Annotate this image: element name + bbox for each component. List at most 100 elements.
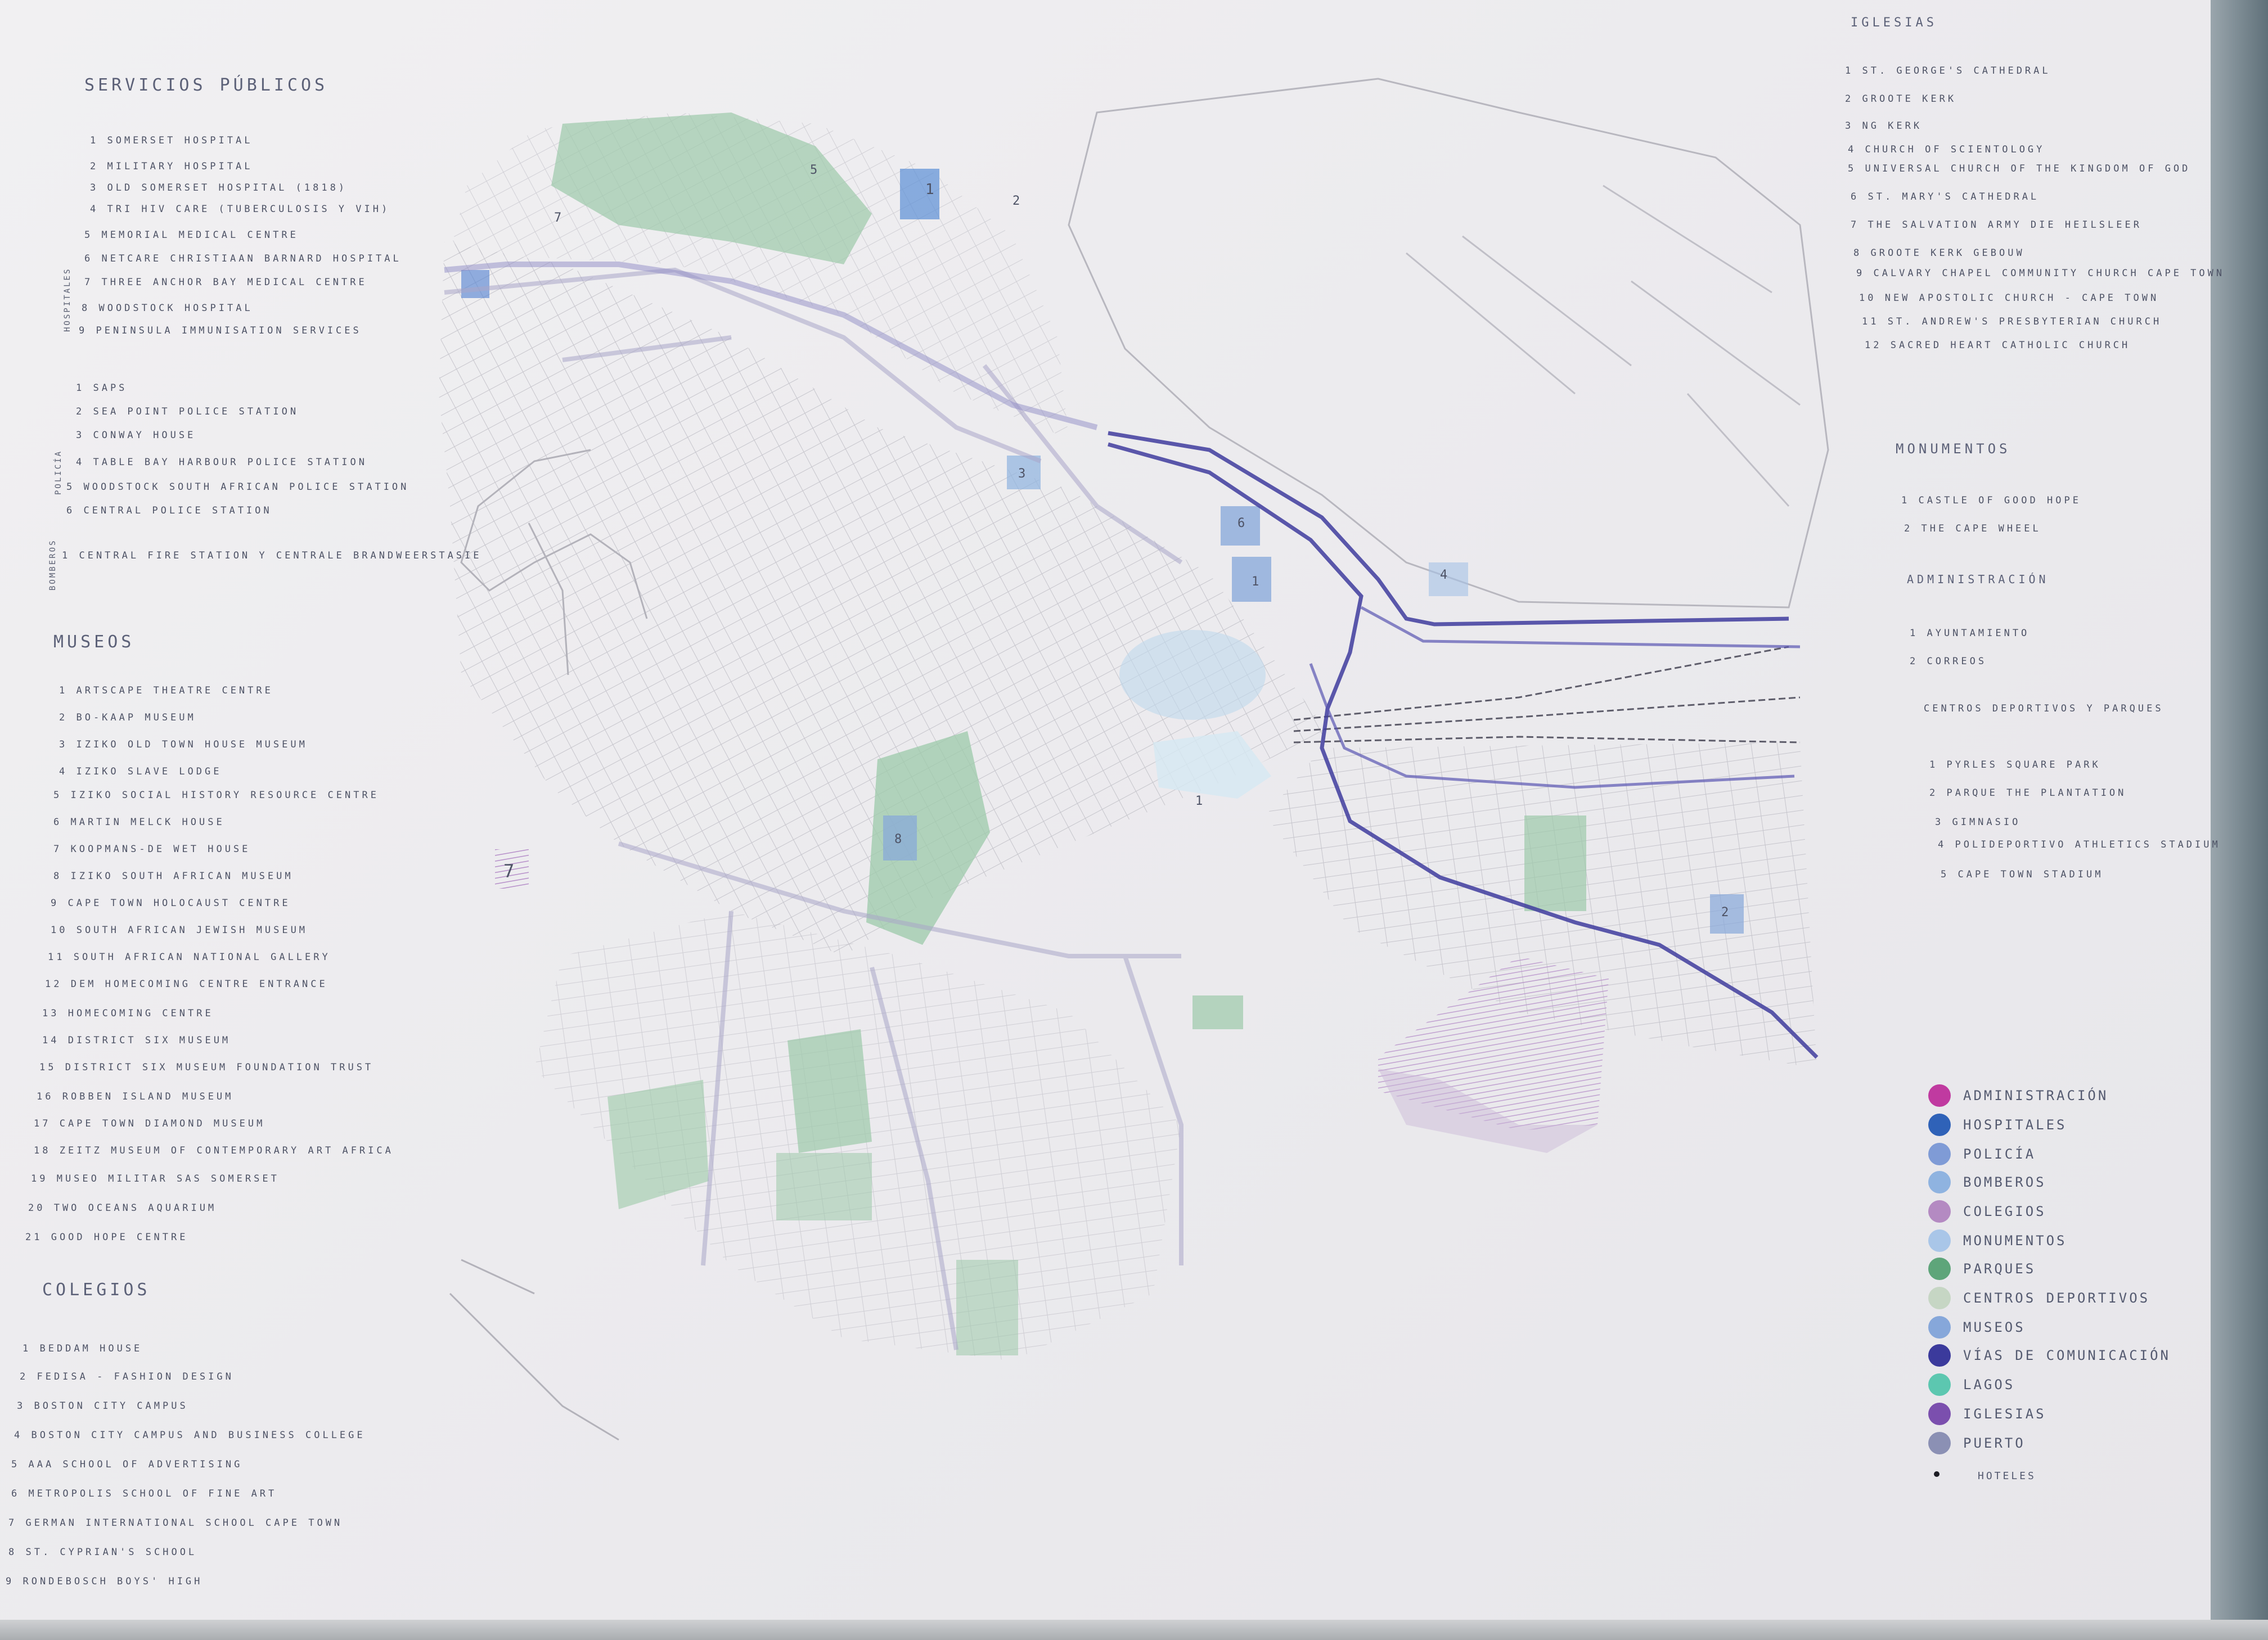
museo-item: 15 DISTRICT SIX MUSEUM FOUNDATION TRUST xyxy=(39,1062,374,1073)
hospital-item: 1 SOMERSET HOSPITAL xyxy=(90,135,253,146)
servicios-publicos-title: SERVICIOS PÚBLICOS xyxy=(84,75,328,95)
map-label-hospital-2: 2 xyxy=(1012,194,1023,208)
legend-label: HOTELES xyxy=(1978,1470,2036,1482)
museo-item: 16 ROBBEN ISLAND MUSEUM xyxy=(37,1091,234,1102)
museo-item: 9 CAPE TOWN HOLOCAUST CENTRE xyxy=(51,898,291,909)
legend-swatch-policia xyxy=(1928,1143,1951,1165)
hospital-item: 6 NETCARE CHRISTIAAN BARNARD HOSPITAL xyxy=(84,253,402,264)
park-south-3 xyxy=(776,1153,872,1220)
iglesia-item: 12 SACRED HEART CATHOLIC CHURCH xyxy=(1865,340,2131,351)
deporte-item: 1 PYRLES SQUARE PARK xyxy=(1929,759,2101,771)
legend-label: BOMBEROS xyxy=(1963,1174,2046,1190)
colegio-item: 4 BOSTON CITY CAMPUS AND BUSINESS COLLEG… xyxy=(14,1430,366,1441)
administracion-item: 2 CORREOS xyxy=(1910,656,1987,667)
legend-swatch-vias xyxy=(1928,1344,1951,1367)
legend-swatch-parques xyxy=(1928,1258,1951,1280)
museo-item: 5 IZIKO SOCIAL HISTORY RESOURCE CENTRE xyxy=(53,790,379,801)
iglesia-item: 4 CHURCH OF SCIENTOLOGY xyxy=(1848,144,2045,155)
legend-swatch-museos xyxy=(1928,1316,1951,1339)
map-label-museo-6: 6 xyxy=(1238,516,1248,530)
museo-item: 10 SOUTH AFRICAN JEWISH MUSEUM xyxy=(51,925,308,936)
iglesia-item: 3 NG KERK xyxy=(1845,120,1923,132)
iglesia-item: 8 GROOTE KERK GEBOUW xyxy=(1853,247,2025,259)
museo-item: 6 MARTIN MELCK HOUSE xyxy=(53,817,225,828)
colegio-item: 2 FEDISA - FASHION DESIGN xyxy=(20,1371,234,1382)
map-label-deporte-1: 1 xyxy=(1195,794,1206,808)
map-label-police-3: 3 xyxy=(1018,467,1029,481)
map-label-monumento-1: 1 xyxy=(1252,575,1262,589)
police-item: 5 WOODSTOCK SOUTH AFRICAN POLICE STATION xyxy=(66,481,410,493)
park-east xyxy=(1524,816,1586,911)
police-item: 3 CONWAY HOUSE xyxy=(76,430,196,441)
museo-item: 7 KOOPMANS-DE WET HOUSE xyxy=(53,844,251,855)
museos-title: MUSEOS xyxy=(53,632,135,652)
iglesia-item: 10 NEW APOSTOLIC CHURCH - CAPE TOWN xyxy=(1859,292,2159,304)
hospital-item: 2 MILITARY HOSPITAL xyxy=(90,161,253,172)
museo-item: 13 HOMECOMING CENTRE xyxy=(42,1008,214,1019)
iglesias-title: IGLESIAS xyxy=(1851,16,1937,30)
museo-item: 17 CAPE TOWN DIAMOND MUSEUM xyxy=(34,1118,266,1129)
legend-label: POLICÍA xyxy=(1963,1146,2036,1162)
board-frame-bottom xyxy=(0,1620,2268,1640)
legend-label: ADMINISTRACIÓN xyxy=(1963,1088,2109,1103)
police-item: 2 SEA POINT POLICE STATION xyxy=(76,406,299,417)
legend-swatch-centros-deportivos xyxy=(1928,1287,1951,1309)
legend-swatch-iglesias xyxy=(1928,1403,1951,1425)
legend-swatch-administracion xyxy=(1928,1084,1951,1107)
railway xyxy=(1293,646,1801,744)
legend-label: IGLESIAS xyxy=(1963,1406,2046,1422)
legend-label: MUSEOS xyxy=(1963,1319,2026,1335)
police-marker-1 xyxy=(461,270,489,298)
administracion-item: 1 AYUNTAMIENTO xyxy=(1910,628,2030,639)
deporte-item: 5 CAPE TOWN STADIUM xyxy=(1941,869,2104,880)
museo-item: 20 TWO OCEANS AQUARIUM xyxy=(28,1202,217,1214)
legend-label: PUERTO xyxy=(1963,1435,2026,1451)
museo-item: 1 ARTSCAPE THEATRE CENTRE xyxy=(59,685,273,696)
hospital-item: 8 WOODSTOCK HOSPITAL xyxy=(82,303,253,314)
iglesia-item: 5 UNIVERSAL CHURCH OF THE KINGDOM OF GOD xyxy=(1848,163,2191,174)
park-south-4 xyxy=(956,1260,1018,1355)
hospital-item: 4 TRI HIV CARE (TUBERCULOSIS Y VIH) xyxy=(90,204,390,215)
legend-label: CENTROS DEPORTIVOS xyxy=(1963,1290,2150,1306)
legend-label: MONUMENTOS xyxy=(1963,1233,2067,1249)
deporte-item: 2 PARQUE THE PLANTATION xyxy=(1929,787,2127,799)
monumento-item: 1 CASTLE OF GOOD HOPE xyxy=(1901,495,2081,506)
iglesia-item: 11 ST. ANDREW'S PRESBYTERIAN CHURCH xyxy=(1862,316,2162,327)
colegio-item: 5 AAA SCHOOL OF ADVERTISING xyxy=(11,1459,243,1470)
museo-item: 18 ZEITZ MUSEUM OF CONTEMPORARY ART AFRI… xyxy=(34,1145,394,1156)
museo-item: 3 IZIKO OLD TOWN HOUSE MUSEUM xyxy=(59,739,308,750)
legend-label: VÍAS DE COMUNICACIÓN xyxy=(1963,1348,2171,1363)
museo-item: 21 GOOD HOPE CENTRE xyxy=(25,1232,188,1243)
hospitales-side-label: HOSPITALES xyxy=(63,267,72,332)
hospital-item: 7 THREE ANCHOR BAY MEDICAL CENTRE xyxy=(84,277,367,288)
legend-swatch-lagos xyxy=(1928,1373,1951,1396)
policia-side-label: POLICÍA xyxy=(54,449,63,495)
legend-swatch-hospitales xyxy=(1928,1114,1951,1136)
police-item: 4 TABLE BAY HARBOUR POLICE STATION xyxy=(76,457,367,468)
pier-lines xyxy=(1406,184,1801,507)
legend-label: PARQUES xyxy=(1963,1261,2036,1277)
deporte-item: 3 GIMNASIO xyxy=(1935,817,2021,828)
legend-swatch-puerto xyxy=(1928,1432,1951,1454)
colegio-item: 9 RONDEBOSCH BOYS' HIGH xyxy=(6,1576,203,1587)
colegio-item: 3 BOSTON CITY CAMPUS xyxy=(17,1400,188,1412)
map-label-parque-5: 5 xyxy=(810,163,821,177)
museo-item: 11 SOUTH AFRICAN NATIONAL GALLERY xyxy=(48,952,331,963)
iglesia-item: 1 ST. GEORGE'S CATHEDRAL xyxy=(1845,65,2051,76)
museo-item: 12 DEM HOMECOMING CENTRE ENTRANCE xyxy=(45,979,328,990)
deporte-item: 4 POLIDEPORTIVO ATHLETICS STADIUM xyxy=(1938,839,2221,850)
board-frame-right xyxy=(2211,0,2268,1640)
museo-item: 14 DISTRICT SIX MUSEUM xyxy=(42,1035,231,1046)
monument-area xyxy=(1119,630,1266,720)
map-label-hospital-7: 7 xyxy=(554,211,565,225)
map-label-museo-8: 8 xyxy=(894,832,905,846)
police-item: 1 SAPS xyxy=(76,382,128,394)
hospital-item: 5 MEMORIAL MEDICAL CENTRE xyxy=(84,229,299,241)
hospital-item: 9 PENINSULA IMMUNISATION SERVICES xyxy=(79,325,362,336)
colegio-item: 7 GERMAN INTERNATIONAL SCHOOL CAPE TOWN xyxy=(8,1517,343,1529)
map-label-colegio-7: 7 xyxy=(503,860,518,882)
park-centre-small xyxy=(1192,995,1243,1029)
monumento-item: 2 THE CAPE WHEEL xyxy=(1904,523,2041,534)
legend-swatch-bomberos xyxy=(1928,1171,1951,1193)
administracion-title: ADMINISTRACIÓN xyxy=(1907,573,2049,586)
